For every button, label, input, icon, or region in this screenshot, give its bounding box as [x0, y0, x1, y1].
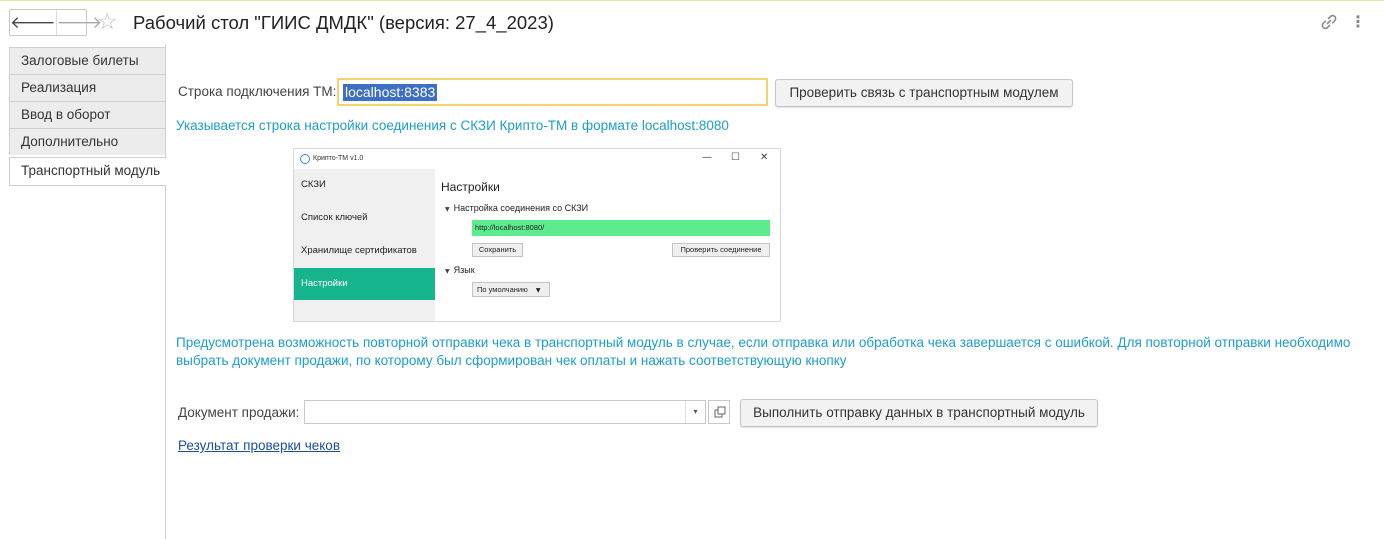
chevron-down-icon: ▼ — [535, 287, 541, 294]
navigation-buttons: 🡐 🡒 — [9, 9, 102, 36]
app-logo-icon — [300, 154, 310, 164]
sidebar-item-sales[interactable]: Реализация — [9, 74, 166, 101]
arrow-left-icon: 🡐 — [10, 12, 56, 33]
embedded-heading: Настройки — [441, 180, 500, 194]
document-label: Документ продажи: — [178, 405, 300, 420]
connection-string-label: Строка подключения ТМ: — [178, 84, 337, 99]
send-data-button[interactable]: Выполнить отправку данных в транспортный… — [740, 399, 1098, 427]
minimize-icon: — — [702, 152, 712, 163]
open-document-button[interactable] — [708, 400, 730, 424]
dropdown-arrow-icon[interactable]: ▾ — [685, 401, 705, 423]
sidebar-item-transport-module[interactable]: Транспортный модуль — [9, 157, 167, 186]
open-window-icon — [714, 406, 726, 418]
star-icon[interactable]: ☆ — [97, 8, 118, 36]
embedded-titlebar: Крипто-ТМ v1.0 — ☐ ✕ — [294, 149, 780, 169]
app-window: 🡐 🡒 ☆ Рабочий стол "ГИИС ДМДК" (версия: … — [0, 0, 1384, 539]
embedded-nav-certificates: Хранилище сертификатов — [301, 245, 417, 256]
link-icon[interactable] — [1318, 11, 1340, 33]
page-title: Рабочий стол "ГИИС ДМДК" (версия: 27_4_2… — [133, 12, 554, 33]
maximize-icon: ☐ — [731, 152, 740, 163]
connection-string-input[interactable]: localhost:8383 — [337, 78, 768, 106]
header-bar: 🡐 🡒 ☆ Рабочий стол "ГИИС ДМДК" (версия: … — [0, 1, 1384, 45]
sidebar-item-pledge-tickets[interactable]: Залоговые билеты — [9, 47, 166, 74]
embedded-section-connection: ▼ Настройка соединения со СКЗИ — [445, 203, 589, 213]
arrow-right-icon: 🡒 — [56, 12, 103, 33]
embedded-save-button: Сохранить — [472, 243, 523, 257]
more-vertical-icon[interactable]: ⋮ — [1350, 11, 1366, 33]
close-icon: ✕ — [760, 152, 769, 163]
embedded-url-field: http://localhost:8080/ — [472, 220, 770, 236]
embedded-settings-screenshot: Крипто-ТМ v1.0 — ☐ ✕ СКЗИ Список ключей … — [293, 148, 781, 322]
forward-button[interactable]: 🡒 — [55, 10, 103, 35]
back-button[interactable]: 🡐 — [10, 10, 56, 35]
embedded-nav: СКЗИ Список ключей Хранилище сертификато… — [294, 169, 435, 321]
connection-string-value: localhost:8383 — [343, 84, 438, 101]
embedded-check-button: Проверить соединение — [672, 243, 770, 257]
connection-hint: Указывается строка настройки соединения … — [176, 118, 729, 133]
embedded-app-title: Крипто-ТМ v1.0 — [313, 155, 364, 162]
embedded-language-select: По умолчанию ▼ — [472, 282, 550, 297]
check-results-link[interactable]: Результат проверки чеков — [178, 438, 340, 453]
embedded-section-language: ▼ Язык — [445, 265, 475, 275]
sidebar-item-additional[interactable]: Дополнительно — [9, 128, 166, 155]
expand-triangle-icon: ▼ — [445, 206, 450, 213]
embedded-nav-settings: Настройки — [294, 268, 435, 300]
embedded-nav-keys: Список ключей — [301, 212, 368, 223]
document-input[interactable] — [304, 400, 706, 424]
sidebar-item-circulation[interactable]: Ввод в оборот — [9, 101, 166, 128]
embedded-nav-skzi: СКЗИ — [301, 179, 326, 190]
expand-triangle-icon: ▼ — [445, 268, 450, 275]
sidebar: Залоговые билеты Реализация Ввод в оборо… — [9, 45, 167, 539]
check-connection-button[interactable]: Проверить связь с транспортным модулем — [775, 79, 1073, 107]
resend-hint: Предусмотрена возможность повторной отпр… — [176, 335, 1351, 368]
